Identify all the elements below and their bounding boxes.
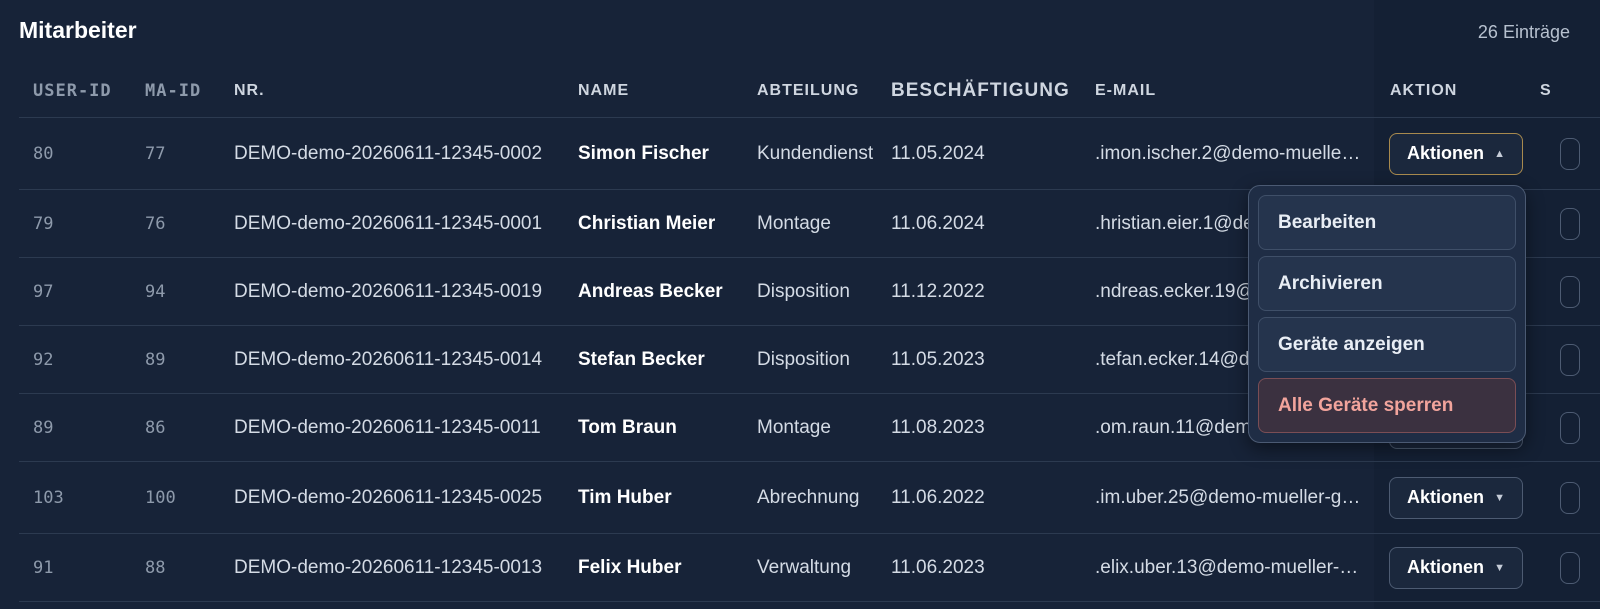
cell-ma-id: 76: [145, 213, 166, 234]
cell-email: .im.uber.25@demo-mueller-gmbh.de: [1095, 462, 1365, 533]
caret-down-icon: ▼: [1494, 491, 1505, 504]
cell-extra: [1540, 118, 1580, 189]
table-row: 103 100 DEMO-demo-20260611-12345-0025 Tim H…: [19, 462, 1600, 534]
caret-down-icon: ▼: [1494, 561, 1505, 574]
column-header-nr[interactable]: NR.: [234, 64, 574, 117]
cell-extra: [1540, 190, 1580, 257]
extra-action-button[interactable]: [1560, 481, 1580, 514]
cell-extra: [1540, 394, 1580, 461]
cell-nr: DEMO-demo-20260611-12345-0025: [234, 486, 543, 508]
cell-name: Tim Huber: [578, 486, 672, 508]
cell-beschaeftigung: 11.12.2022: [891, 280, 985, 302]
column-header-aktion: AKTION: [1390, 81, 1458, 99]
cell-user-id: 89: [33, 417, 54, 438]
cell-user-id: 80: [33, 143, 54, 164]
cell-nr: DEMO-demo-20260611-12345-0013: [234, 556, 543, 578]
cell-extra: [1540, 462, 1580, 533]
cell-extra: [1540, 534, 1580, 601]
entry-count: 26 Einträge: [1477, 22, 1570, 42]
cell-user-id: 92: [33, 349, 54, 370]
extra-action-button[interactable]: [1560, 551, 1580, 584]
cell-beschaeftigung: 11.06.2023: [891, 556, 985, 578]
column-header-ma-id[interactable]: MA-ID: [145, 64, 225, 117]
cell-aktion: Aktionen ▼: [1389, 462, 1564, 533]
cell-abteilung: Kundendienst: [757, 143, 874, 164]
caret-up-icon: ▲: [1494, 147, 1505, 160]
cell-name: Christian Meier: [578, 212, 716, 234]
cell-ma-id: 94: [145, 281, 166, 302]
cell-user-id: 79: [33, 213, 54, 234]
cell-ma-id: 77: [145, 143, 166, 164]
cell-extra: [1540, 326, 1580, 393]
cell-name: Stefan Becker: [578, 348, 705, 370]
cell-user-id: 97: [33, 281, 54, 302]
column-header-extra: S: [1540, 81, 1552, 99]
cell-abteilung: Disposition: [757, 281, 850, 302]
actions-button-label: Aktionen: [1407, 557, 1485, 577]
extra-action-button[interactable]: [1560, 137, 1580, 170]
cell-aktion: Aktionen ▼: [1389, 534, 1564, 601]
cell-email: .elix.uber.13@demo-mueller-gmbh.de: [1095, 534, 1365, 601]
column-header-user-id[interactable]: USER-ID: [33, 64, 133, 117]
cell-name: Andreas Becker: [578, 280, 723, 302]
menu-item-archivieren[interactable]: Archivieren: [1258, 256, 1516, 311]
cell-name: Tom Braun: [578, 416, 677, 438]
menu-item-alle-geraete-sperren[interactable]: Alle Geräte sperren: [1258, 378, 1516, 433]
column-header-abteilung[interactable]: ABTEILUNG: [757, 64, 882, 117]
column-header-name[interactable]: NAME: [578, 64, 748, 117]
email-text: .im.uber.25@demo-mueller-gmbh.de: [1095, 486, 1365, 508]
actions-button[interactable]: Aktionen ▼: [1389, 476, 1523, 519]
cell-name: Simon Fischer: [578, 142, 709, 164]
cell-nr: DEMO-demo-20260611-12345-0014: [234, 348, 543, 370]
cell-ma-id: 88: [145, 557, 166, 578]
cell-beschaeftigung: 11.08.2023: [891, 416, 985, 438]
cell-nr: DEMO-demo-20260611-12345-0019: [234, 280, 543, 302]
email-text: .imon.ischer.2@demo-mueller-gmbh.de: [1095, 142, 1365, 164]
table-header-row: USER-ID MA-ID NR. NAME ABTEILUNG BESCHÄF…: [19, 64, 1600, 118]
email-text: .elix.uber.13@demo-mueller-gmbh.de: [1095, 556, 1365, 578]
cell-abteilung: Abrechnung: [757, 487, 860, 508]
cell-ma-id: 89: [145, 349, 166, 370]
actions-button[interactable]: Aktionen ▼: [1389, 546, 1523, 589]
cell-abteilung: Montage: [757, 417, 831, 438]
cell-abteilung: Disposition: [757, 349, 850, 370]
cell-beschaeftigung: 11.06.2024: [891, 212, 985, 234]
actions-button[interactable]: Aktionen ▲: [1389, 132, 1523, 175]
cell-beschaeftigung: 11.05.2023: [891, 348, 985, 370]
table-row: 80 77 DEMO-demo-20260611-12345-0002 Simon F…: [19, 118, 1600, 190]
cell-user-id: 103: [33, 487, 64, 508]
cell-nr: DEMO-demo-20260611-12345-0001: [234, 212, 543, 234]
extra-action-button[interactable]: [1560, 343, 1580, 376]
menu-item-geraete-anzeigen[interactable]: Geräte anzeigen: [1258, 317, 1516, 372]
extra-action-button[interactable]: [1560, 275, 1580, 308]
menu-item-bearbeiten[interactable]: Bearbeiten: [1258, 195, 1516, 250]
actions-button-label: Aktionen: [1407, 487, 1485, 507]
cell-beschaeftigung: 11.06.2022: [891, 486, 985, 508]
cell-extra: [1540, 258, 1580, 325]
cell-ma-id: 86: [145, 417, 166, 438]
cell-nr: DEMO-demo-20260611-12345-0002: [234, 142, 543, 164]
page-title: Mitarbeiter: [19, 17, 137, 43]
extra-action-button[interactable]: [1560, 207, 1580, 240]
actions-button-label: Aktionen: [1407, 143, 1485, 163]
cell-beschaeftigung: 11.05.2024: [891, 142, 985, 164]
cell-abteilung: Verwaltung: [757, 557, 852, 578]
column-header-beschaeftigung[interactable]: BESCHÄFTIGUNG: [891, 64, 1091, 117]
extra-action-button[interactable]: [1560, 411, 1580, 444]
cell-ma-id: 100: [145, 487, 176, 508]
cell-email: .imon.ischer.2@demo-mueller-gmbh.de: [1095, 118, 1365, 189]
actions-dropdown-menu: Bearbeiten Archivieren Geräte anzeigen A…: [1248, 185, 1526, 443]
column-header-email[interactable]: E-MAIL: [1095, 64, 1365, 117]
cell-abteilung: Montage: [757, 213, 831, 234]
cell-name: Felix Huber: [578, 556, 682, 578]
cell-aktion: Aktionen ▲: [1389, 118, 1564, 189]
cell-user-id: 91: [33, 557, 54, 578]
table-row: 91 88 DEMO-demo-20260611-12345-0013 Felix H…: [19, 534, 1600, 602]
cell-nr: DEMO-demo-20260611-12345-0011: [234, 416, 541, 438]
